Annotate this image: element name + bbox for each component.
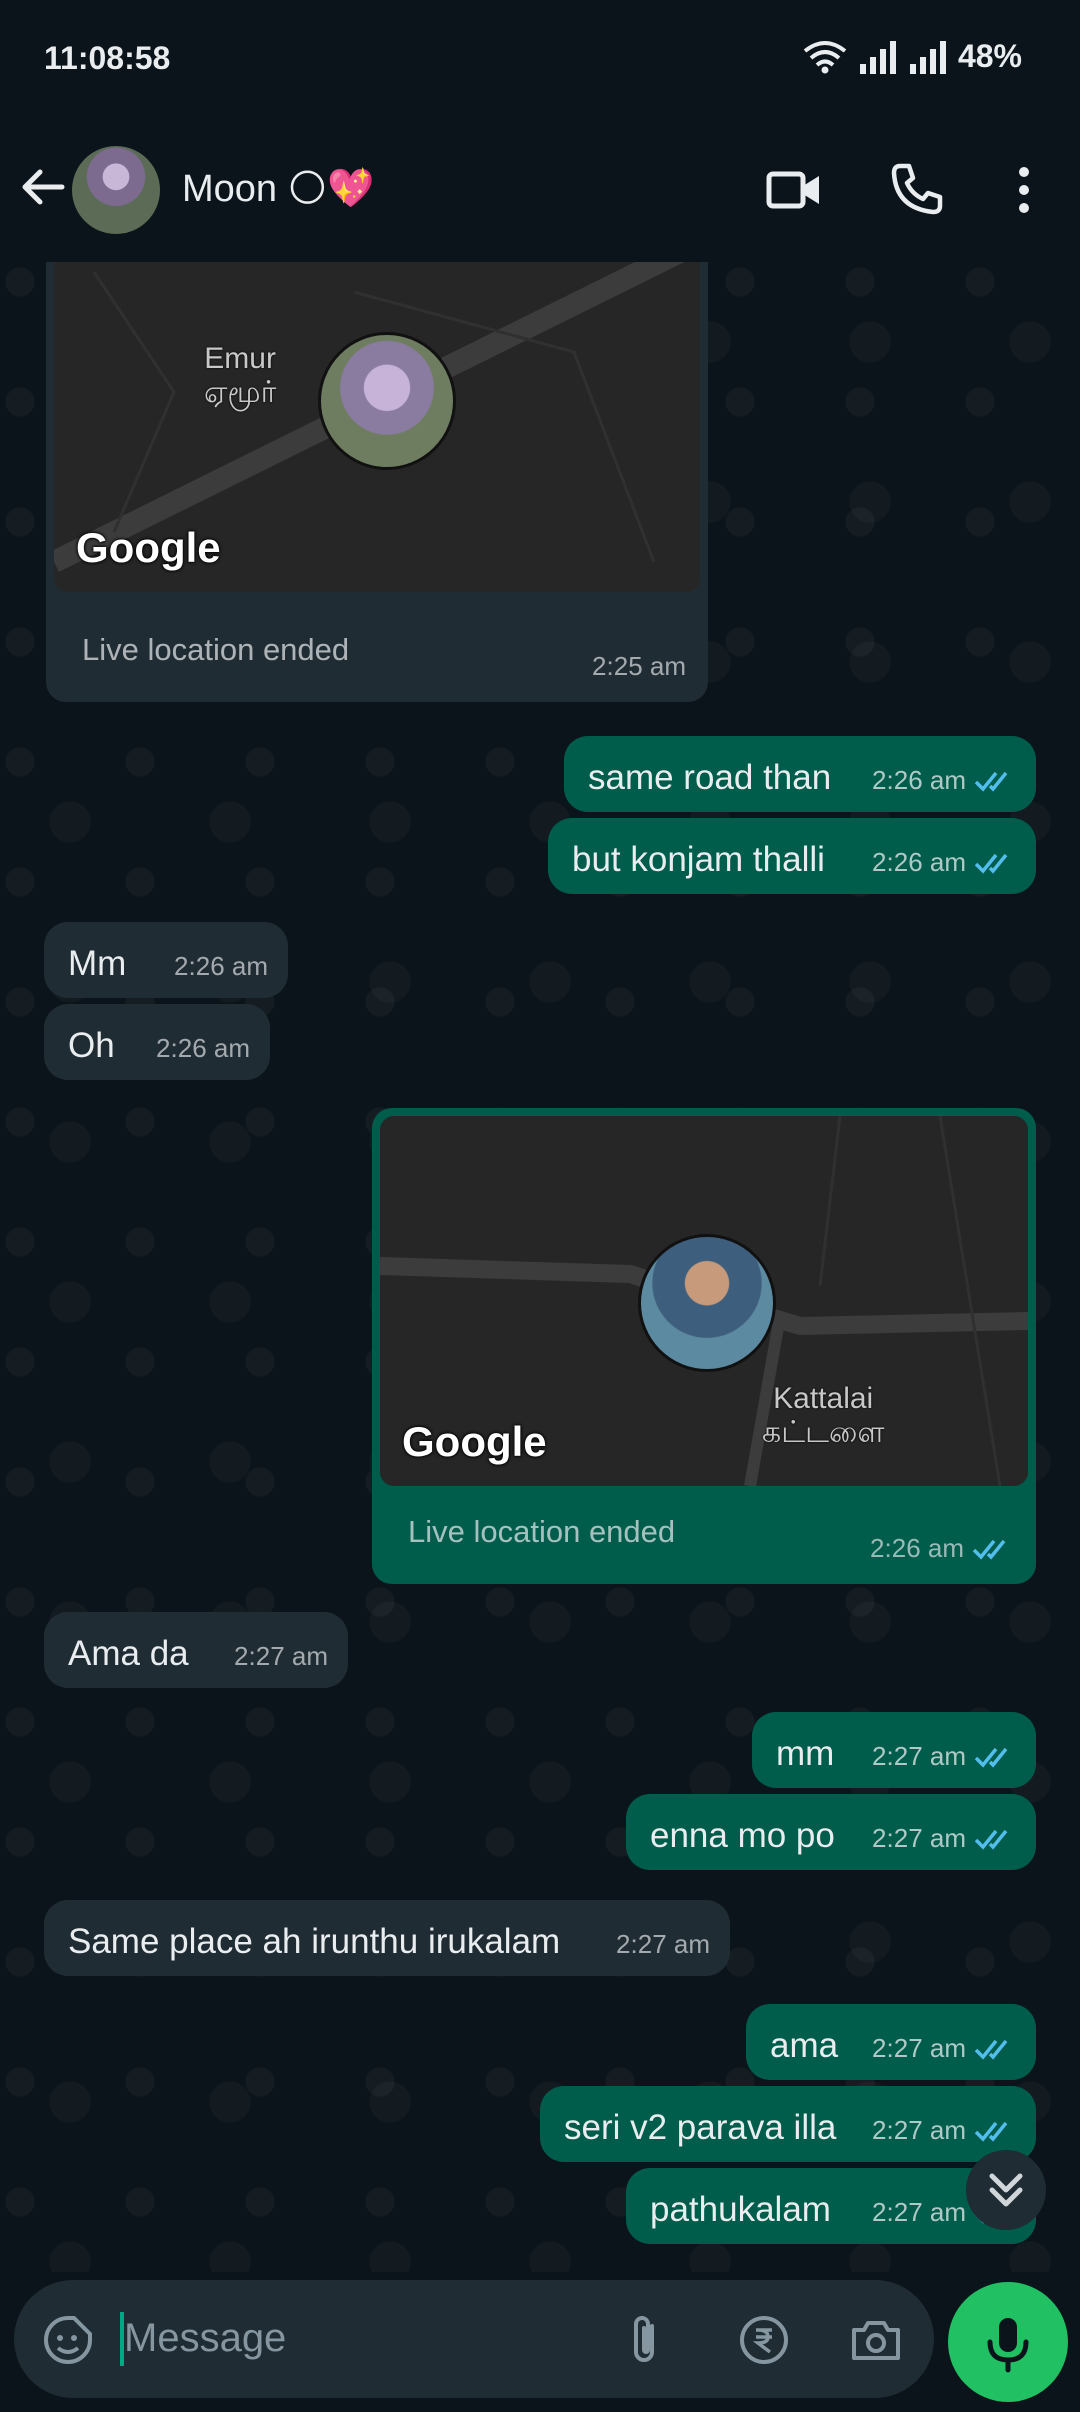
read-ticks-icon [974,2039,1008,2060]
message-text: enna mo po [650,1816,835,1855]
attach-icon[interactable] [616,2312,672,2368]
live-location-card[interactable]: Emur ஏமூர் Google Live location ended 2:… [46,262,708,702]
message-meta: 2:27 am [872,2115,1016,2146]
read-ticks-icon [974,1829,1008,1850]
signal-icon [859,40,896,74]
message-outgoing[interactable]: enna mo po 2:27 am [626,1794,1036,1870]
read-ticks-icon [974,771,1008,792]
message-text: mm [776,1734,835,1773]
message-text: seri v2 parava illa [564,2108,837,2147]
message-meta: 2:27 am [872,1741,1016,1772]
video-call-icon[interactable] [764,160,824,220]
scroll-to-bottom-button[interactable] [966,2150,1046,2230]
message-text: same road than [588,758,832,797]
status-icons: 48% [802,38,1022,75]
message-meta: 2:26 am [870,1533,1014,1564]
read-ticks-icon [972,1539,1006,1560]
read-ticks-icon [974,1747,1008,1768]
message-outgoing[interactable]: mm 2:27 am [752,1712,1036,1788]
voice-record-button[interactable] [948,2282,1068,2402]
live-location-status: Live location ended [82,632,350,667]
message-outgoing[interactable]: seri v2 parava illa 2:27 am [540,2086,1036,2162]
message-time: 2:25 am [592,651,686,681]
message-outgoing[interactable]: same road than 2:26 am [564,736,1036,812]
message-incoming[interactable]: Same place ah irunthu irukalam 2:27 am [44,1900,730,1976]
double-chevron-down-icon [989,2173,1023,2207]
message-text: but konjam thalli [572,840,825,879]
message-text: Oh [68,1026,115,1065]
message-meta: 2:27 am [872,1823,1016,1854]
message-meta: 2:27 am [616,1929,710,1959]
message-text: Ama da [68,1634,189,1673]
wifi-icon [803,40,847,73]
status-bar: 11:08:58 48% [0,0,1080,120]
payment-rupee-icon[interactable] [736,2312,792,2368]
message-meta: 2:26 am [174,951,268,981]
google-logo: Google [76,524,221,571]
live-location-status: Live location ended [408,1514,676,1549]
read-ticks-icon [974,2121,1008,2142]
camera-icon[interactable] [848,2312,904,2368]
chat-header: Moon 🌕💖 [0,120,1080,262]
message-outgoing[interactable]: ama 2:27 am [746,2004,1036,2080]
message-text: Mm [68,944,127,983]
contact-name[interactable]: Moon 🌕💖 [182,166,375,211]
read-ticks-icon [974,853,1008,874]
message-text: Same place ah irunthu irukalam [68,1922,561,1961]
message-text: pathukalam [650,2190,831,2229]
message-meta: 2:27 am [872,2033,1016,2064]
back-arrow-icon[interactable] [18,162,68,212]
contact-avatar[interactable] [72,146,160,234]
message-meta: 2:26 am [872,847,1016,878]
message-meta: 2:26 am [156,1033,250,1063]
google-logo: Google [402,1418,547,1465]
microphone-icon [987,2318,1029,2373]
map-preview[interactable]: Emur ஏமூர் Google [54,262,700,592]
message-input[interactable]: Message [124,2316,286,2361]
message-meta: 2:27 am [234,1641,328,1671]
map-preview[interactable]: Kattalai கட்டளை Google [380,1116,1028,1486]
sticker-icon[interactable] [40,2312,96,2368]
live-location-card[interactable]: Kattalai கட்டளை Google Live location end… [372,1108,1036,1584]
status-time: 11:08:58 [44,40,171,76]
message-composer[interactable]: Message [14,2280,934,2398]
message-text: ama [770,2026,839,2065]
map-place-label: Kattalai கட்டளை [762,1382,885,1449]
message-incoming[interactable]: Oh 2:26 am [44,1004,270,1080]
map-place-label: Emur ஏமூர் [204,342,277,409]
battery-percent: 48% [957,38,1022,74]
location-avatar-pin [318,332,456,470]
phone-call-icon[interactable] [886,160,946,220]
chat-area[interactable]: Emur ஏமூர் Google Live location ended 2:… [0,262,1080,2272]
message-incoming[interactable]: Ama da 2:27 am [44,1612,348,1688]
message-outgoing[interactable]: but konjam thalli 2:26 am [548,818,1036,894]
message-meta: 2:26 am [872,765,1016,796]
more-options-icon[interactable] [994,160,1054,220]
signal-icon-2 [909,40,946,74]
location-avatar-pin [638,1234,776,1372]
message-incoming[interactable]: Mm 2:26 am [44,922,288,998]
